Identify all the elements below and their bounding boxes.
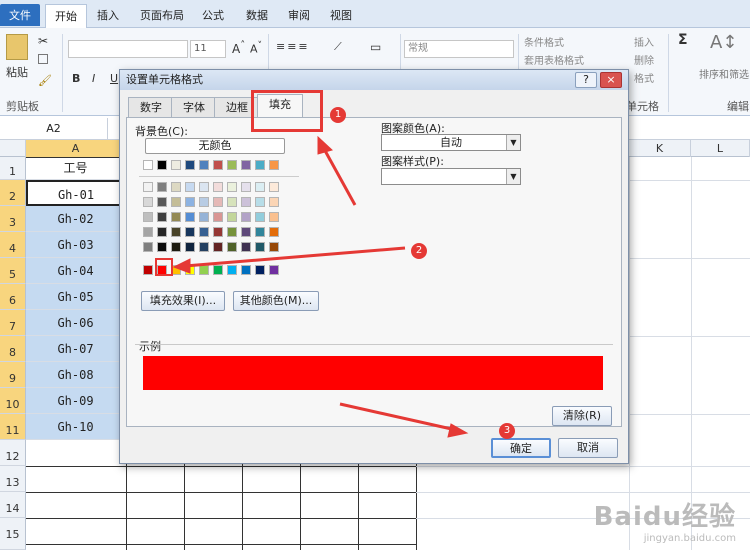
arrow-1 xyxy=(321,146,357,206)
watermark-url: jingyan.baidu.com xyxy=(643,533,736,544)
arrowhead-2 xyxy=(172,258,191,274)
arrow-3 xyxy=(339,402,457,432)
arrowhead-3 xyxy=(447,423,469,438)
watermark: Baidu经验 jingyan.baidu.com xyxy=(594,496,736,544)
watermark-brand: Baidu经验 xyxy=(593,502,736,532)
arrowhead-1 xyxy=(317,135,333,155)
arrow-2 xyxy=(184,246,406,268)
annotation-arrows xyxy=(172,135,469,438)
